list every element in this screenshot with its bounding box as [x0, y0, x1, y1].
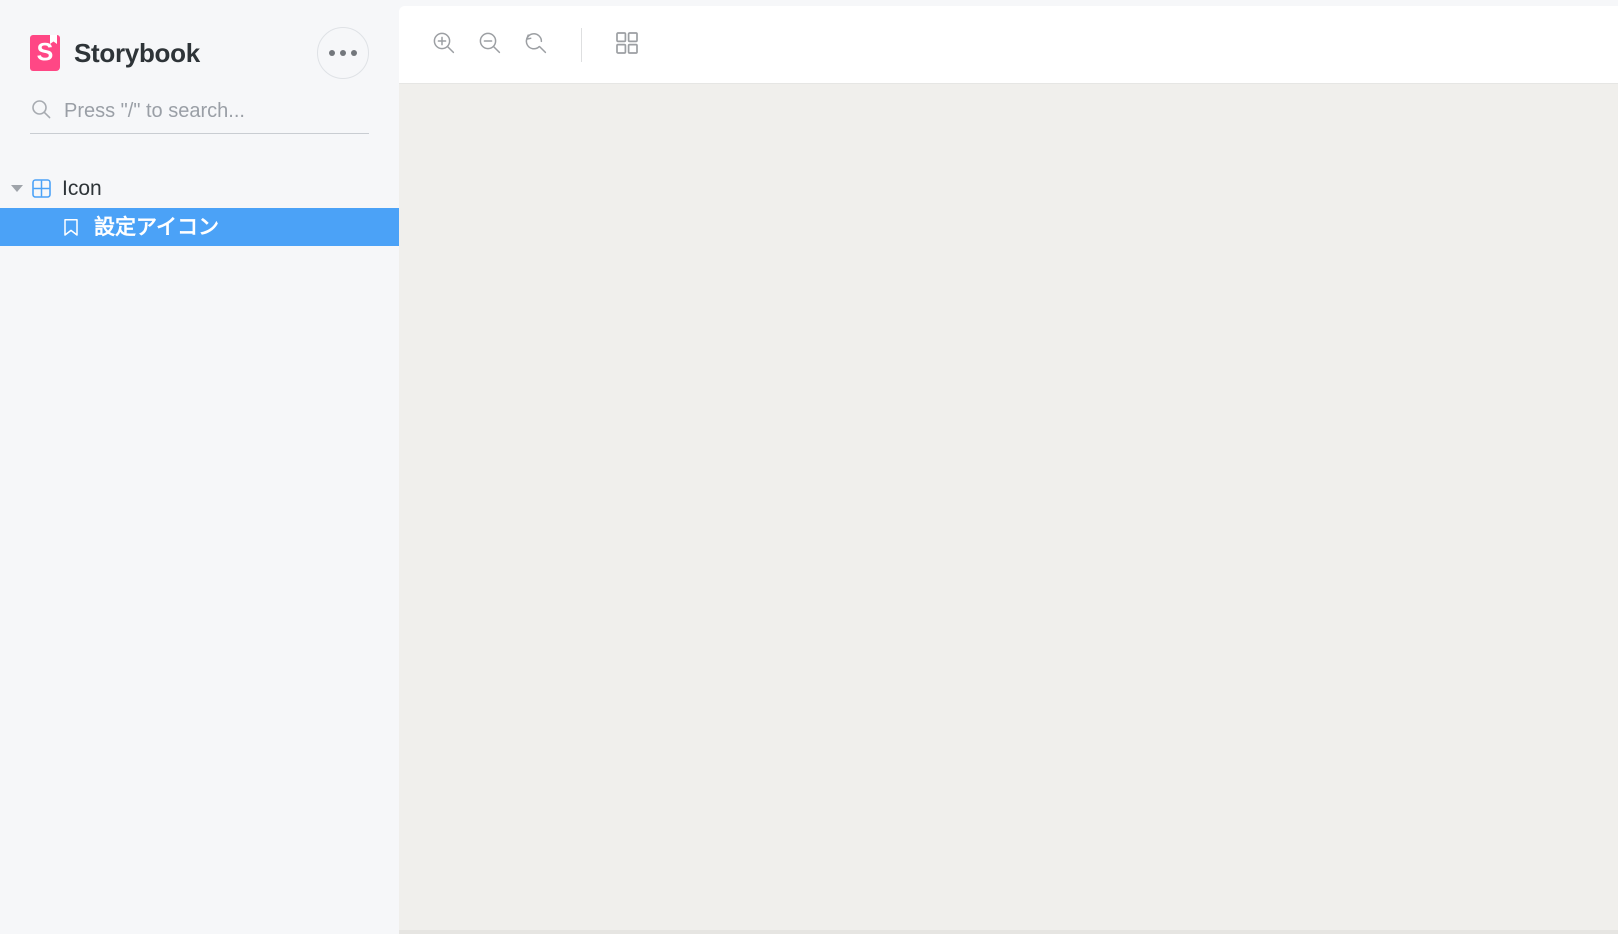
- logo-letter: S: [36, 38, 54, 67]
- search-bar[interactable]: [30, 98, 369, 134]
- ellipsis-icon: [329, 50, 335, 56]
- panel-bottom-edge: [399, 930, 1618, 934]
- grid-icon: [616, 32, 638, 57]
- background-grid-button[interactable]: [604, 22, 650, 68]
- sidebar-item-settings-icon-story[interactable]: 設定アイコン: [0, 208, 399, 246]
- component-grid-icon: [28, 178, 54, 198]
- sidebar-item-label: Icon: [62, 176, 102, 200]
- search-icon: [30, 98, 52, 125]
- zoom-in-button[interactable]: [421, 22, 467, 68]
- brand[interactable]: S Storybook: [30, 35, 317, 71]
- sidebar: S Storybook Press "/" to search... Icon …: [0, 0, 399, 934]
- ellipsis-icon: [351, 50, 357, 56]
- sidebar-item-label: 設定アイコン: [94, 215, 219, 239]
- preview-panel: [399, 6, 1618, 934]
- ellipsis-icon: [340, 50, 346, 56]
- zoom-reset-button[interactable]: [513, 22, 559, 68]
- toolbar-divider: [581, 27, 582, 62]
- canvas-toolbar: [399, 6, 1618, 84]
- search-input[interactable]: [64, 99, 369, 123]
- bookmark-icon: [58, 218, 84, 237]
- zoom-in-icon: [430, 29, 458, 60]
- zoom-reset-icon: [522, 29, 550, 60]
- sidebar-header: S Storybook: [0, 0, 399, 80]
- chevron-down-icon[interactable]: [6, 184, 28, 192]
- story-tree: Icon 設定アイコン: [0, 168, 399, 246]
- zoom-out-button[interactable]: [467, 22, 513, 68]
- main-panel: [399, 0, 1618, 934]
- storybook-logo-icon: S: [30, 35, 60, 71]
- sidebar-menu-button[interactable]: [317, 27, 369, 79]
- storybook-app: S Storybook Press "/" to search... Icon …: [0, 0, 1618, 934]
- brand-title: Storybook: [74, 38, 200, 68]
- zoom-out-icon: [476, 29, 504, 60]
- story-canvas[interactable]: [399, 84, 1618, 934]
- sidebar-item-icon-component[interactable]: Icon: [0, 168, 399, 208]
